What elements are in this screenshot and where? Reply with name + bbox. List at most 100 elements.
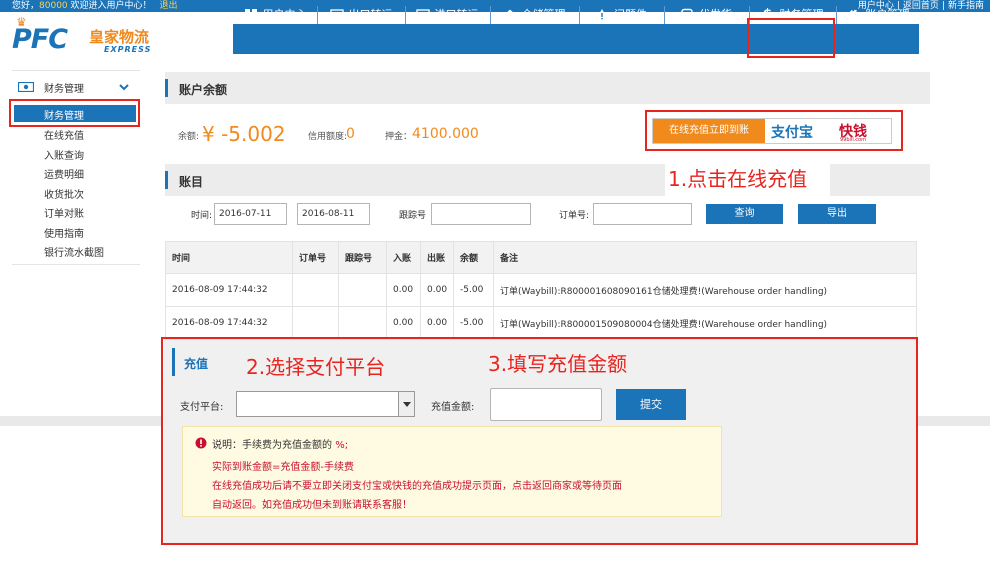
logo-chinese-name: 皇家物流 [89,28,150,46]
date-to-input[interactable] [297,203,370,225]
sidebar-item-online-recharge[interactable]: 在线充值 [44,127,84,142]
sidebar-item-deposit-query[interactable]: 入账查询 [44,147,84,162]
money-icon [18,82,34,92]
nav-divider [317,6,318,24]
column-header: 跟踪号 [338,241,387,274]
nav-dropship[interactable]: 代发货 [666,0,746,30]
cell-tracking [338,273,387,307]
nav-divider [405,6,406,24]
background-strip [0,416,163,426]
nav-divider [579,6,580,24]
column-header: 备注 [493,241,917,274]
highlight-sidebar-item [9,99,140,127]
nav-divider [836,6,837,24]
cell-order [292,273,339,307]
column-header: 出账 [419,241,455,274]
column-header: 订单号 [292,241,339,274]
sidebar-header-label: 财务管理 [44,84,84,95]
guide-link[interactable]: 新手指南 [948,1,984,11]
annotation-step-1: 1.点击在线充值 [668,167,808,191]
chevron-down-icon [119,84,129,91]
cell-credit: 0.00 [386,306,421,340]
highlight-finance-nav [747,18,835,58]
nav-account[interactable]: 账户管理 [838,0,918,30]
order-label: 订单号: [559,211,590,221]
cell-order [292,306,339,340]
export-button[interactable]: 导出 [798,204,876,224]
section-accent [165,171,168,189]
nav-label: 账户管理 [865,8,910,21]
warning-icon [595,9,609,21]
column-header: 入账 [386,241,421,274]
cell-balance: -5.00 [453,306,495,340]
sidebar-item-bank-screenshot[interactable]: 银行流水截图 [44,244,104,259]
nav-warehouse[interactable]: 仓储管理 [492,0,576,30]
user-id: 80000 [39,1,68,11]
table-row: 2016-08-09 17:44:32 0.00 0.00 -5.00 订单(W… [165,306,917,340]
logout-link[interactable]: 退出 [160,1,178,11]
section-title: 账户余额 [179,83,228,97]
cell-time: 2016-08-09 17:44:32 [165,273,293,307]
nav-label: 代发货 [699,8,732,21]
nav-label: 用户中心 [262,8,307,21]
welcome-message: 欢迎进入用户中心！ [67,1,152,11]
tracking-input[interactable] [431,203,531,225]
balance-label: 余额: [178,132,200,142]
sidebar-item-freight-detail[interactable]: 运费明细 [44,166,84,181]
deposit-label: 押金： [385,132,413,142]
section-title: 账目 [179,175,204,189]
link-separator: | [941,1,945,11]
tracking-label: 跟踪号 [399,211,427,221]
highlight-recharge-banner [645,110,903,151]
nav-label: 仓储管理 [521,8,566,21]
background-strip [917,416,990,426]
grid-icon [244,9,257,21]
ledger-section-header: 账目 [165,164,665,196]
cell-debit: 0.00 [419,273,455,307]
sidebar-header[interactable]: 财务管理 [18,79,138,95]
nav-label: 问题件 [614,8,647,21]
logo-mark: PFC [12,24,68,55]
list-icon [415,9,430,21]
sidebar-item-receipt-batch[interactable]: 收货批次 [44,186,84,201]
nav-export[interactable]: 出口转运 [320,0,402,30]
balance-value: ¥ -5.002 [202,122,286,146]
cell-balance: -5.00 [453,273,495,307]
list-icon [329,9,344,21]
table-header-row: 时间 订单号 跟踪号 入账 出账 余额 备注 [165,241,917,274]
table-row: 2016-08-09 17:44:32 0.00 0.00 -5.00 订单(W… [165,273,917,307]
search-button[interactable]: 查询 [706,204,783,224]
cell-remark: 订单(Waybill):R800001509080004仓储处理费!(Wareh… [493,306,917,340]
nav-import[interactable]: 进口转运 [407,0,487,30]
nav-label: 进口转运 [434,8,479,21]
nav-user-center[interactable]: 用户中心 [235,0,315,30]
cell-remark: 订单(Waybill):R800001608090161仓储处理费!(Wareh… [493,273,917,307]
ledger-table: 时间 订单号 跟踪号 入账 出账 余额 备注 2016-08-09 17:44:… [165,241,917,340]
column-header: 余额 [453,241,495,274]
nav-divider [490,6,491,24]
sidebar-divider [12,70,140,71]
gear-icon [848,9,859,21]
sidebar-divider [12,264,140,265]
nav-divider [664,6,665,24]
order-input[interactable] [593,203,692,225]
section-accent [165,79,168,97]
credit-value: 0 [346,126,355,142]
ledger-section-header-tail [830,164,930,196]
cell-tracking [338,306,387,340]
bus-icon [681,8,693,22]
balance-section-header: 账户余额 [165,72,930,104]
nav-problem-parcels[interactable]: 问题件 [581,0,661,30]
cell-credit: 0.00 [386,273,421,307]
logo[interactable]: ♛ PFC 皇家物流 EXPRESS [12,16,162,56]
date-from-input[interactable] [214,203,287,225]
sidebar-item-user-guide[interactable]: 使用指南 [44,225,84,240]
highlight-recharge-panel [161,337,918,545]
deposit-value: 4100.000 [412,126,479,142]
nav-label: 出口转运 [348,8,393,21]
column-header: 时间 [165,241,293,274]
sidebar-item-order-reconcile[interactable]: 订单对账 [44,205,84,220]
time-label: 时间: [191,211,213,221]
greeting-text: 您好， [12,1,40,11]
cell-time: 2016-08-09 17:44:32 [165,306,293,340]
